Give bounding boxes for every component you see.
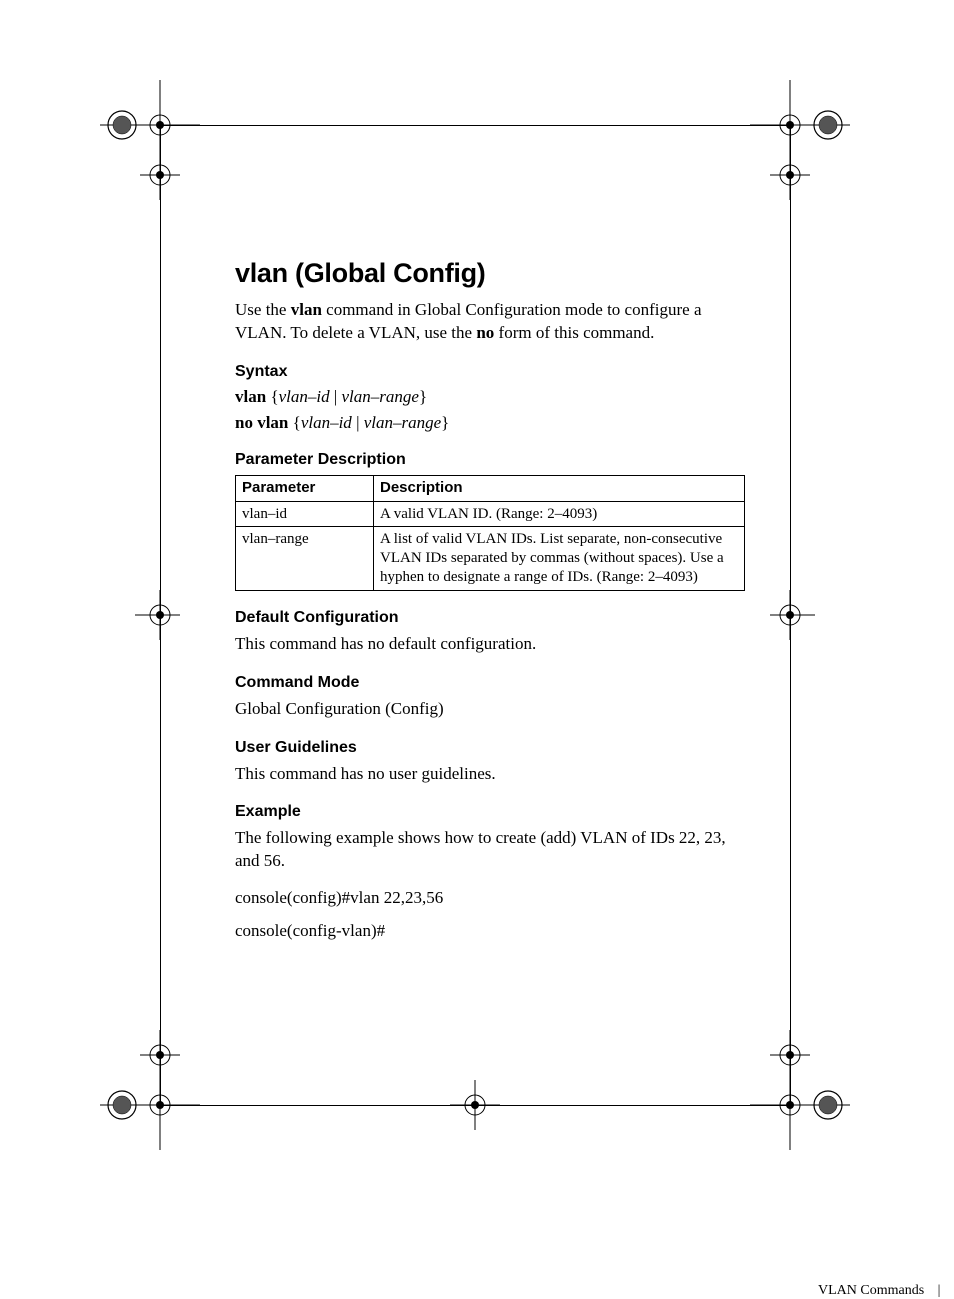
registration-mark-icon — [100, 1030, 200, 1150]
example-line-1: console(config)#vlan 22,23,56 — [235, 887, 745, 910]
registration-mark-icon — [100, 80, 200, 200]
heading-default-configuration: Default Configuration — [235, 609, 745, 627]
syntax-line-2: no vlan {vlan–id | vlan–range} — [235, 413, 745, 433]
text: Use the — [235, 300, 291, 319]
content-area: vlan (Global Config) Use the vlan comman… — [235, 258, 745, 957]
text-bold: vlan — [291, 300, 322, 319]
syntax-line-1: vlan {vlan–id | vlan–range} — [235, 387, 745, 407]
text: | — [330, 387, 342, 406]
registration-mark-icon — [750, 1030, 850, 1150]
arg: vlan–range — [364, 413, 441, 432]
kw: no vlan — [235, 413, 288, 432]
cell-param: vlan–range — [236, 527, 374, 590]
crop-line — [160, 125, 161, 1105]
heading-command-mode: Command Mode — [235, 674, 745, 692]
col-parameter: Parameter — [236, 475, 374, 501]
text-bold: no — [476, 323, 494, 342]
registration-mark-icon — [750, 80, 850, 200]
parameter-table: Parameter Description vlan–id A valid VL… — [235, 475, 745, 591]
crop-line — [790, 125, 791, 1105]
crop-line — [160, 125, 790, 126]
table-row: vlan–id A valid VLAN ID. (Range: 2–4093) — [236, 501, 745, 527]
text: form of this command. — [494, 323, 654, 342]
cell-desc: A valid VLAN ID. (Range: 2–4093) — [374, 501, 745, 527]
cell-param: vlan–id — [236, 501, 374, 527]
footer-separator: | — [938, 1283, 941, 1299]
page: vlan (Global Config) Use the vlan comman… — [0, 0, 954, 1235]
example-line-2: console(config-vlan)# — [235, 920, 745, 943]
table-row: vlan–range A list of valid VLAN IDs. Lis… — [236, 527, 745, 590]
arg: vlan–id — [279, 387, 330, 406]
heading-parameter-description: Parameter Description — [235, 451, 745, 469]
text: { — [266, 387, 278, 406]
arg: vlan–id — [301, 413, 352, 432]
text: | — [352, 413, 364, 432]
command-mode-text: Global Configuration (Config) — [235, 698, 745, 721]
footer-section: VLAN Commands — [818, 1283, 924, 1298]
cell-desc: A list of valid VLAN IDs. List separate,… — [374, 527, 745, 590]
col-description: Description — [374, 475, 745, 501]
kw: vlan — [235, 387, 266, 406]
command-title: vlan (Global Config) — [235, 258, 745, 289]
registration-mark-icon — [770, 590, 850, 640]
text: { — [288, 413, 300, 432]
default-config-text: This command has no default configuratio… — [235, 633, 745, 656]
arg: vlan–range — [342, 387, 419, 406]
heading-example: Example — [235, 803, 745, 821]
heading-syntax: Syntax — [235, 363, 745, 381]
text: } — [419, 387, 427, 406]
crop-line — [160, 1105, 790, 1106]
registration-mark-icon — [100, 590, 180, 640]
table-header-row: Parameter Description — [236, 475, 745, 501]
example-intro: The following example shows how to creat… — [235, 827, 745, 873]
heading-user-guidelines: User Guidelines — [235, 739, 745, 757]
intro-paragraph: Use the vlan command in Global Configura… — [235, 299, 745, 345]
page-footer: VLAN Commands | 747 — [235, 1281, 954, 1299]
user-guidelines-text: This command has no user guidelines. — [235, 763, 745, 786]
text: } — [441, 413, 449, 432]
